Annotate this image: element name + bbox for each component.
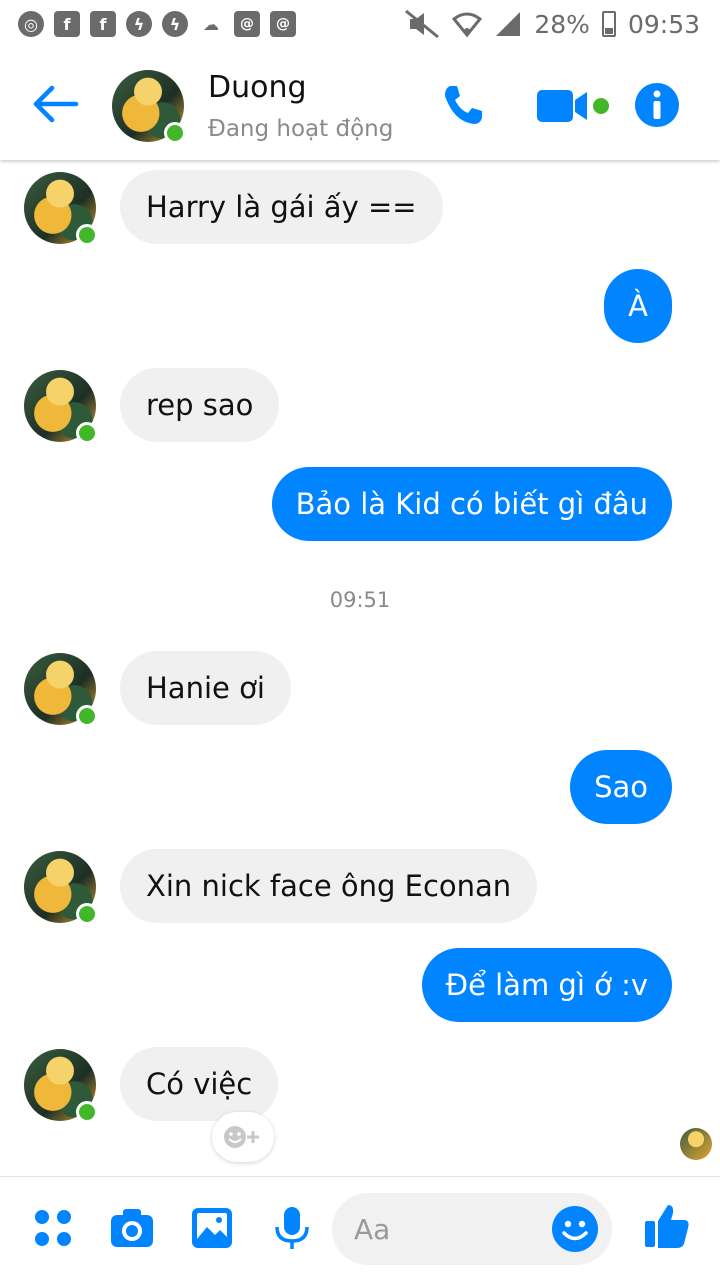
online-indicator xyxy=(76,903,98,925)
messenger-icon: ϟ xyxy=(126,11,152,37)
battery-percent: 28% xyxy=(534,9,590,39)
composer-bar xyxy=(0,1176,720,1280)
messenger-icon: ϟ xyxy=(162,11,188,37)
video-call-icon[interactable] xyxy=(535,86,611,126)
add-reaction-button[interactable] xyxy=(212,1112,274,1162)
microphone-icon[interactable] xyxy=(269,1205,315,1251)
seen-avatar xyxy=(680,1128,712,1160)
conversation-header: Duong Đang hoạt động xyxy=(0,50,720,160)
online-indicator xyxy=(76,705,98,727)
online-indicator xyxy=(76,1101,98,1123)
gallery-icon[interactable] xyxy=(189,1205,235,1251)
online-indicator xyxy=(76,422,98,444)
apps-icon[interactable] xyxy=(30,1205,76,1251)
add-reaction-icon xyxy=(224,1126,259,1148)
weather-icon: ☁ xyxy=(203,14,219,34)
email-icon: @ xyxy=(270,11,296,37)
notification-icons: ◎ f f ϟ ϟ ☁ @ @ xyxy=(18,11,296,37)
email-icon: @ xyxy=(234,11,260,37)
outgoing-message[interactable]: À xyxy=(604,269,672,343)
message-timestamp: 09:51 xyxy=(329,588,391,612)
incoming-message[interactable]: Hanie ơi xyxy=(120,651,291,725)
signal-icon xyxy=(496,12,521,36)
outgoing-message[interactable]: Để làm gì ớ :v xyxy=(421,948,672,1022)
clock: 09:53 xyxy=(627,9,700,39)
phone-call-icon[interactable] xyxy=(440,82,486,128)
message-composer[interactable] xyxy=(332,1193,612,1265)
thumbs-up-icon[interactable] xyxy=(642,1201,692,1251)
outgoing-message[interactable]: Sao xyxy=(570,750,672,824)
chrome-icon: ◎ xyxy=(18,11,44,37)
sender-avatar[interactable] xyxy=(24,851,98,925)
incoming-message[interactable]: rep sao xyxy=(120,368,280,442)
online-indicator xyxy=(164,122,186,144)
back-arrow-icon[interactable] xyxy=(30,84,80,124)
online-indicator xyxy=(76,224,98,246)
message-input[interactable] xyxy=(354,1209,544,1249)
sender-avatar[interactable] xyxy=(24,172,98,246)
contact-avatar[interactable] xyxy=(112,70,186,144)
contact-status: Đang hoạt động xyxy=(208,116,394,142)
sender-avatar[interactable] xyxy=(24,653,98,727)
emoji-icon[interactable] xyxy=(550,1204,600,1254)
contact-name[interactable]: Duong xyxy=(208,70,307,105)
outgoing-message[interactable]: Bảo là Kid có biết gì đâu xyxy=(271,467,672,541)
sender-avatar[interactable] xyxy=(24,1049,98,1123)
status-bar: ◎ f f ϟ ϟ ☁ @ @ 28% 09:53 xyxy=(0,0,720,50)
camera-icon[interactable] xyxy=(109,1205,155,1251)
sender-avatar[interactable] xyxy=(24,370,98,444)
battery-icon xyxy=(601,11,616,37)
wifi-icon xyxy=(452,12,483,38)
incoming-message[interactable]: Harry là gái ấy == xyxy=(120,170,443,244)
facebook-icon: f xyxy=(90,11,116,37)
facebook-icon: f xyxy=(54,11,80,37)
info-icon[interactable] xyxy=(634,82,680,128)
incoming-message[interactable]: Có việc xyxy=(120,1047,279,1121)
mute-icon xyxy=(405,9,440,39)
incoming-message[interactable]: Xin nick face ông Econan xyxy=(120,849,538,923)
